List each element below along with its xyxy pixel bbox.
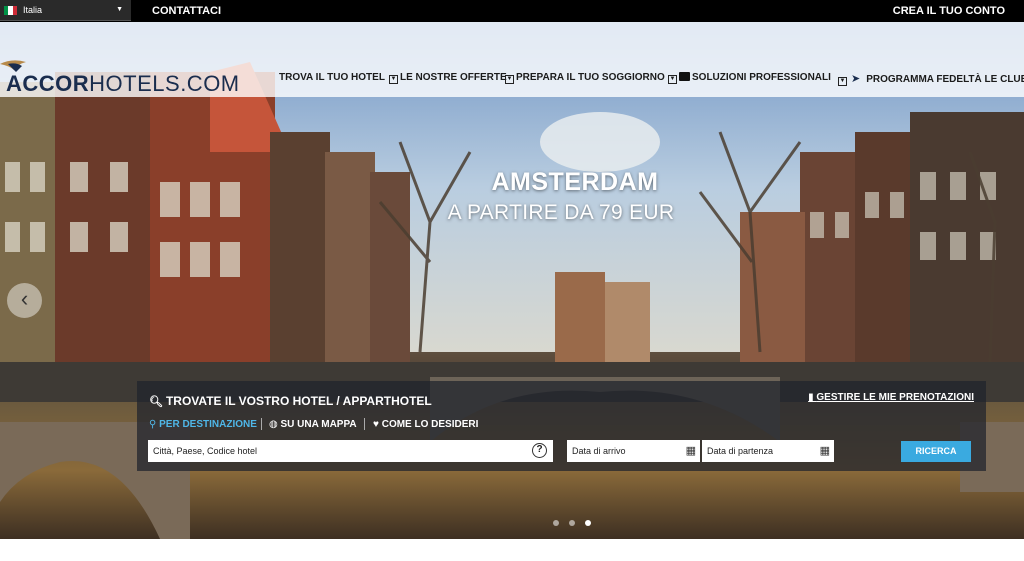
departure-placeholder: Data di partenza xyxy=(707,446,774,456)
dropdown-icon: ▼ xyxy=(389,75,398,84)
italy-flag-icon xyxy=(4,6,17,15)
site-header: ACCORHOTELS.COM TROVA IL TUO HOTEL ▼ LE N… xyxy=(0,22,1024,97)
manage-bookings-link[interactable]: ▮ GESTIRE LE MIE PRENOTAZIONI xyxy=(808,392,974,403)
carousel-dot[interactable] xyxy=(553,520,559,526)
mode-by-destination[interactable]: ⚲ PER DESTINAZIONE xyxy=(149,419,257,430)
calendar-icon: ▦ xyxy=(685,445,696,457)
divider xyxy=(364,418,365,430)
top-bar: Italia ▼ CONTATTACI CREA IL TUO CONTO xyxy=(0,0,1024,22)
nav-label: SOLUZIONI PROFESSIONALI xyxy=(692,72,831,83)
dropdown-icon: ▼ xyxy=(505,75,514,84)
calendar-icon: ▦ xyxy=(819,445,830,457)
language-selector[interactable]: Italia ▼ xyxy=(0,0,131,21)
arrival-date-input[interactable]: Data di arrivo ▦ xyxy=(567,440,700,462)
bird-icon: ➤ xyxy=(851,73,861,85)
site-logo[interactable]: ACCORHOTELS.COM xyxy=(6,71,240,97)
search-button[interactable]: RICERCA xyxy=(901,441,971,462)
help-icon[interactable]: ? xyxy=(532,443,547,458)
divider xyxy=(261,418,262,430)
heart-icon: ♥ xyxy=(373,419,382,430)
arrival-placeholder: Data di arrivo xyxy=(572,446,626,456)
carousel-dot[interactable] xyxy=(569,520,575,526)
dropdown-icon: ▼ xyxy=(838,77,847,86)
search-title: 🔍︎ TROVATE IL VOSTRO HOTEL / APPARTHOTEL xyxy=(149,394,432,408)
caret-down-icon: ▼ xyxy=(116,6,123,13)
mode-label: PER DESTINAZIONE xyxy=(159,419,257,430)
search-title-text: TROVATE IL VOSTRO HOTEL / APPARTHOTEL xyxy=(165,394,432,408)
hotel-search-panel: 🔍︎ TROVATE IL VOSTRO HOTEL / APPARTHOTEL … xyxy=(137,381,986,471)
carousel-dot-active[interactable] xyxy=(585,520,591,526)
location-pin-icon: ⚲ xyxy=(149,419,160,430)
mode-label: SU UNA MAPPA xyxy=(280,419,357,430)
hero-city-title: AMSTERDAM xyxy=(491,168,659,196)
manage-bookings-label: GESTIRE LE MIE PRENOTAZIONI xyxy=(816,392,974,403)
nav-label: TROVA IL TUO HOTEL xyxy=(279,72,385,83)
logo-bold: ACCOR xyxy=(6,71,90,96)
carousel-prev-button[interactable]: ‹ xyxy=(7,283,42,318)
mode-as-you-wish[interactable]: ♥ COME LO DESIDERI xyxy=(373,419,478,430)
logo-rest: HOTELS.COM xyxy=(89,71,240,96)
destination-placeholder: Città, Paese, Codice hotel xyxy=(153,446,258,456)
globe-icon: ◍ xyxy=(269,419,281,430)
nav-label: PROGRAMMA FEDELTÀ LE CLUB xyxy=(866,74,1024,85)
nav-loyalty[interactable]: ▼ ➤ PROGRAMMA FEDELTÀ LE CLUB xyxy=(838,72,1024,86)
search-icon: 🔍︎ xyxy=(149,396,163,408)
create-account-link[interactable]: CREA IL TUO CONTO xyxy=(893,0,1005,22)
contact-link[interactable]: CONTATTACI xyxy=(152,0,221,22)
briefcase-icon xyxy=(679,72,690,81)
nav-find-hotel[interactable]: TROVA IL TUO HOTEL xyxy=(279,72,385,83)
dropdown-icon: ▼ xyxy=(668,75,677,84)
nav-prepare-stay[interactable]: ▼ PREPARA IL TUO SOGGIORNO xyxy=(505,72,665,84)
destination-input[interactable]: Città, Paese, Codice hotel ? xyxy=(148,440,553,462)
mode-on-map[interactable]: ◍ SU UNA MAPPA xyxy=(269,419,357,430)
mode-label: COME LO DESIDERI xyxy=(381,419,479,430)
departure-date-input[interactable]: Data di partenza ▦ xyxy=(702,440,834,462)
nav-professional[interactable]: ▼ SOLUZIONI PROFESSIONALI xyxy=(668,72,831,84)
nav-offers[interactable]: ▼ LE NOSTRE OFFERTE xyxy=(389,72,507,84)
nav-label: LE NOSTRE OFFERTE xyxy=(400,72,507,83)
hero-price-subtitle: A PARTIRE DA 79 EUR xyxy=(447,201,675,224)
nav-label: PREPARA IL TUO SOGGIORNO xyxy=(516,72,665,83)
language-label: Italia xyxy=(23,5,43,15)
